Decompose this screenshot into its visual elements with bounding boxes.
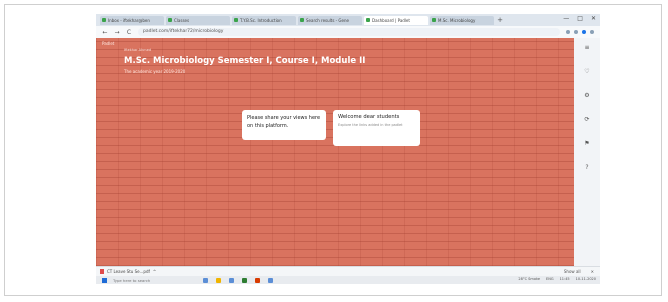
tab-label: Dashboard | Padlet	[372, 17, 410, 23]
extension-icon[interactable]	[574, 30, 578, 34]
classroom-icon	[168, 18, 172, 22]
extensions	[566, 30, 594, 34]
post-card[interactable]: Welcome dear students Explore the links …	[333, 110, 420, 146]
flag-icon[interactable]: ⚑	[583, 140, 591, 148]
new-tab-button[interactable]: +	[496, 16, 504, 24]
taskbar: Type here to search 28°C Smoke ENG 11:45…	[96, 276, 600, 284]
window-controls: — □ ✕	[563, 15, 596, 22]
windows-start-icon[interactable]	[102, 277, 107, 283]
taskbar-apps	[203, 277, 273, 283]
show-all-button[interactable]: Show all	[564, 269, 581, 274]
tab-label: M.Sc. Microbiology	[438, 17, 476, 23]
edge-icon[interactable]	[229, 277, 234, 283]
system-tray: 28°C Smoke ENG 11:45 10-11-2020	[518, 277, 596, 281]
clock-time[interactable]: 11:45	[560, 277, 570, 281]
tab-strip: Inbox - iftekhar@ben Classes T.Y.B.Sc. I…	[96, 14, 600, 26]
tab-label: Classes	[174, 17, 190, 23]
office-icon[interactable]	[255, 277, 260, 283]
chevron-up-icon[interactable]: ^	[153, 269, 156, 274]
padlet-icon	[432, 18, 436, 22]
menu-icon[interactable]	[590, 30, 594, 34]
tab-microbiology[interactable]: M.Sc. Microbiology	[430, 15, 494, 25]
reload-button[interactable]: C	[126, 29, 132, 36]
remake-icon[interactable]: ⟳	[583, 116, 591, 124]
back-button[interactable]: ←	[102, 29, 108, 36]
file-explorer-icon[interactable]	[216, 277, 221, 283]
chrome-icon[interactable]	[242, 277, 247, 283]
tab-label: Search results - Gene	[306, 17, 349, 23]
board-subtitle: The academic year 2019-2020	[124, 69, 186, 74]
weather-status[interactable]: 28°C Smoke	[518, 277, 540, 281]
language-indicator[interactable]: ENG	[546, 277, 554, 281]
board-title: M.Sc. Microbiology Semester I, Course I,…	[124, 56, 366, 66]
settings-icon[interactable]: ⚙	[583, 92, 591, 100]
side-panel: ≡ ♡ ⚙ ⟳ ⚑ ?	[574, 38, 600, 266]
downloads-bar: CT Leave Stu Se...pdf ^ Show all ✕	[96, 266, 600, 276]
post-card[interactable]: Please share your views here on this pla…	[242, 110, 326, 140]
tab-inbox[interactable]: Inbox - iftekhar@ben	[100, 15, 164, 25]
padlet-logo[interactable]: Padlet	[102, 41, 114, 46]
download-file[interactable]: CT Leave Stu Se...pdf	[107, 269, 150, 274]
star-icon[interactable]	[566, 30, 570, 34]
tab-classes[interactable]: Classes	[166, 15, 230, 25]
post-body: Explore the links added in the padlet	[338, 123, 403, 127]
address-bar: ← → C padlet.com/iftekhar72/microbiology	[96, 26, 600, 38]
mail-icon[interactable]	[268, 277, 273, 283]
app-icon[interactable]	[203, 277, 208, 283]
gmail-icon	[102, 18, 106, 22]
doc-icon	[234, 18, 238, 22]
forward-button[interactable]: →	[114, 29, 120, 36]
taskbar-search[interactable]: Type here to search	[113, 278, 173, 283]
minimize-button[interactable]: —	[563, 15, 569, 22]
maximize-button[interactable]: □	[577, 15, 583, 22]
help-icon[interactable]: ?	[583, 164, 591, 172]
tab-label: Inbox - iftekhar@ben	[108, 17, 150, 23]
close-window-button[interactable]: ✕	[591, 15, 596, 22]
downloads-actions: Show all ✕	[564, 269, 594, 274]
url-input[interactable]: padlet.com/iftekhar72/microbiology	[138, 28, 560, 36]
padlet-board: Padlet Iftekhar Ahmed M.Sc. Microbiology…	[96, 38, 574, 284]
profile-icon[interactable]	[582, 30, 586, 34]
tab-introduction[interactable]: T.Y.B.Sc. Introduction	[232, 15, 296, 25]
menu-icon[interactable]: ≡	[583, 44, 591, 52]
post-title: Welcome dear students	[338, 114, 400, 120]
clock-date[interactable]: 10-11-2020	[576, 277, 596, 281]
tab-label: T.Y.B.Sc. Introduction	[240, 17, 282, 23]
search-icon	[300, 18, 304, 22]
close-icon[interactable]: ✕	[591, 269, 594, 274]
tab-search-results[interactable]: Search results - Gene	[298, 15, 362, 25]
tab-padlet-dashboard[interactable]: Dashboard | Padlet	[364, 15, 428, 25]
post-text: Please share your views here on this pla…	[247, 115, 321, 129]
pdf-icon	[100, 269, 104, 274]
screen: Inbox - iftekhar@ben Classes T.Y.B.Sc. I…	[96, 14, 600, 284]
board-author: Iftekhar Ahmed	[124, 48, 152, 52]
padlet-icon	[366, 18, 370, 22]
heart-icon[interactable]: ♡	[583, 68, 591, 76]
